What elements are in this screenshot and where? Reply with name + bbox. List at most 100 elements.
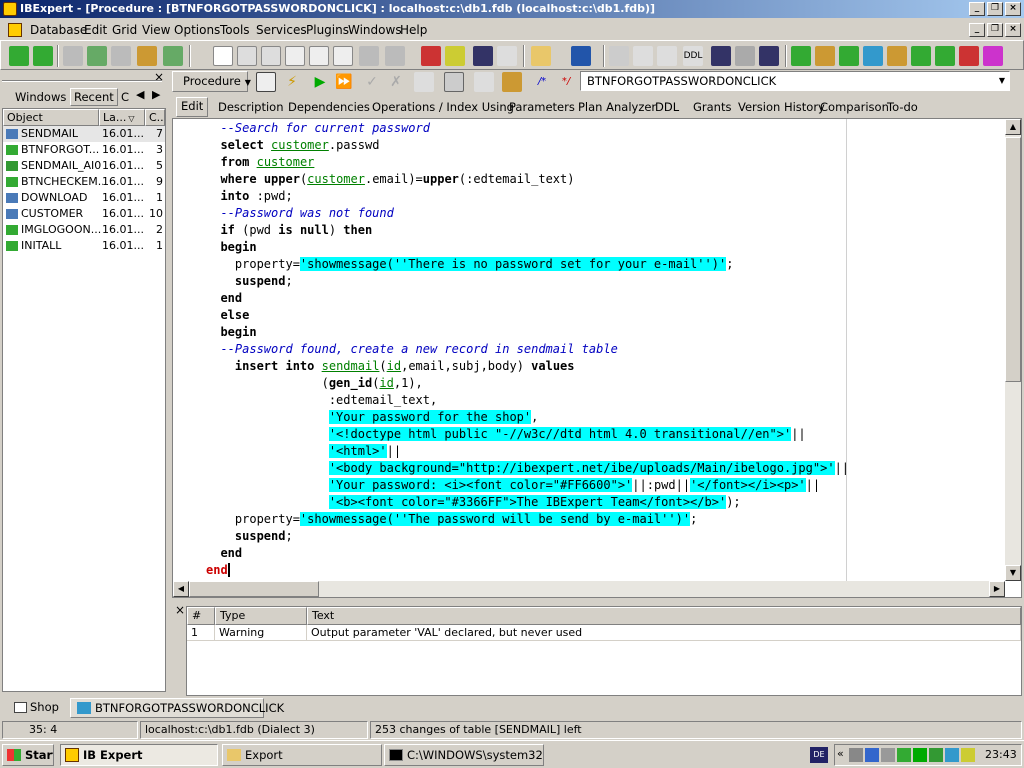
recent-object-row[interactable]: SENDMAIL_AI0 16.01.... 5 xyxy=(3,158,165,174)
exit-icon[interactable] xyxy=(163,46,183,66)
tray-icon[interactable] xyxy=(913,748,927,762)
new-trigger-icon[interactable] xyxy=(887,46,907,66)
code-editor[interactable]: --Search for current password select cus… xyxy=(172,118,1022,598)
tray-icon[interactable] xyxy=(945,748,959,762)
tab-ddl[interactable]: DDL xyxy=(651,99,683,115)
new-udf-icon[interactable] xyxy=(959,46,979,66)
tab-dependencies[interactable]: Dependencies xyxy=(284,99,374,115)
debug-icon[interactable] xyxy=(502,72,522,92)
register-db-icon[interactable] xyxy=(9,46,29,66)
comment-code-icon[interactable]: /* xyxy=(532,72,552,92)
scheduler-icon[interactable] xyxy=(359,46,379,66)
msg-row-type[interactable]: Warning xyxy=(215,625,307,641)
menu-tools[interactable]: Tools xyxy=(218,22,252,38)
scroll-right-icon[interactable]: ▶ xyxy=(989,581,1005,597)
col-header-count[interactable]: C... xyxy=(145,109,165,126)
window-tab-procedure[interactable]: BTNFORGOTPASSWORDONCLICK xyxy=(70,698,284,718)
tab-version-history[interactable]: Version History xyxy=(734,99,829,115)
recent-object-row[interactable]: INITALL 16.01.... 1 xyxy=(3,238,165,254)
msg-col-text[interactable]: Text xyxy=(307,607,1021,625)
restore-icon[interactable]: ❐ xyxy=(987,2,1003,16)
export-icon[interactable] xyxy=(385,46,405,66)
disconnect-icon[interactable] xyxy=(87,46,107,66)
horizontal-scrollbar[interactable]: ◀ ▶ xyxy=(173,581,1005,597)
report-icon[interactable] xyxy=(309,46,329,66)
taskbar-cmd[interactable]: C:\WINDOWS\system32... xyxy=(384,744,544,766)
child-minimize-icon[interactable]: _ xyxy=(969,23,985,37)
options-icon[interactable] xyxy=(497,46,517,66)
close-icon[interactable]: × xyxy=(1005,2,1021,16)
msg-col-num[interactable]: # xyxy=(187,607,215,625)
cut-icon[interactable] xyxy=(609,46,629,66)
tab-description[interactable]: Description xyxy=(214,99,288,115)
tray-icon[interactable] xyxy=(897,748,911,762)
msg-col-type[interactable]: Type xyxy=(215,607,307,625)
child-window-icon[interactable] xyxy=(8,23,22,37)
run-icon[interactable]: ▶ xyxy=(310,72,330,92)
child-close-icon[interactable]: × xyxy=(1005,23,1021,37)
open-icon[interactable] xyxy=(531,46,551,66)
msg-row-text[interactable]: Output parameter 'VAL' declared, but nev… xyxy=(307,625,1021,641)
recent-object-row[interactable]: DOWNLOAD 16.01.... 1 xyxy=(3,190,165,206)
menu-windows[interactable]: Windows xyxy=(346,22,404,38)
ddl-button[interactable]: DDL xyxy=(683,46,703,66)
table-view-icon[interactable] xyxy=(256,72,276,92)
tab-plan-analyzer[interactable]: Plan Analyzer xyxy=(574,99,660,115)
script-icon[interactable] xyxy=(285,46,305,66)
msg-row-num[interactable]: 1 xyxy=(187,625,215,641)
menu-help[interactable]: Help xyxy=(398,22,429,38)
object-name-selector[interactable]: BTNFORGOTPASSWORDONCLICK ▼ xyxy=(580,71,1010,91)
tab-scroll-left-icon[interactable]: ◀ xyxy=(136,88,144,101)
blob-viewer-icon[interactable] xyxy=(473,46,493,66)
settings-icon[interactable] xyxy=(474,72,494,92)
horizontal-scroll-thumb[interactable] xyxy=(189,581,319,597)
tab-scroll-right-icon[interactable]: ▶ xyxy=(152,88,160,101)
recent-object-row[interactable]: IMGLOGOON... 16.01.... 2 xyxy=(3,222,165,238)
tab-todo[interactable]: To-do xyxy=(883,99,922,115)
commit-icon[interactable]: ✓ xyxy=(362,72,382,92)
language-icon[interactable]: DE xyxy=(810,747,828,763)
user-manager-icon[interactable] xyxy=(421,46,441,66)
close-messages-icon[interactable]: × xyxy=(175,603,185,617)
compile-icon[interactable]: ⚡ xyxy=(282,72,302,92)
scroll-down-icon[interactable]: ▼ xyxy=(1005,565,1021,581)
menu-grid[interactable]: Grid xyxy=(110,22,139,38)
recent-object-row[interactable]: SENDMAIL 16.01.... 7 xyxy=(3,126,165,142)
lookup-icon[interactable] xyxy=(414,72,434,92)
menu-database[interactable]: Database xyxy=(28,22,89,38)
recent-object-row[interactable]: BTNCHECKEM... 16.01.... 9 xyxy=(3,174,165,190)
tray-expand-icon[interactable]: « xyxy=(837,747,844,760)
tray-icon[interactable] xyxy=(881,748,895,762)
recent-object-row[interactable]: CUSTOMER 16.01.... 10 xyxy=(3,206,165,222)
tab-operations-index-using[interactable]: Operations / Index Using xyxy=(368,99,518,115)
taskbar-export[interactable]: Export xyxy=(222,744,382,766)
extract-icon[interactable] xyxy=(333,46,353,66)
vertical-scroll-thumb[interactable] xyxy=(1005,137,1021,382)
tab-parameters[interactable]: Parameters xyxy=(505,99,579,115)
col-header-object[interactable]: Object xyxy=(3,109,99,126)
rollback-icon[interactable]: ✗ xyxy=(386,72,406,92)
tray-icon[interactable] xyxy=(849,748,863,762)
recent-object-row[interactable]: BTNFORGOT... 16.01.... 3 xyxy=(3,142,165,158)
scroll-up-icon[interactable]: ▲ xyxy=(1005,119,1021,135)
menu-options[interactable]: Options xyxy=(172,22,222,38)
new-role-icon[interactable] xyxy=(983,46,1003,66)
new-table-icon[interactable] xyxy=(815,46,835,66)
uncomment-code-icon[interactable]: */ xyxy=(556,72,576,92)
tray-icon[interactable] xyxy=(929,748,943,762)
sql-editor-icon[interactable] xyxy=(237,46,257,66)
code-area[interactable]: --Search for current password select cus… xyxy=(173,119,1005,581)
vertical-scrollbar[interactable]: ▲ ▼ xyxy=(1005,119,1021,581)
new-view-icon[interactable] xyxy=(839,46,859,66)
taskbar-ibexpert[interactable]: IB Expert xyxy=(60,744,218,766)
tray-icon[interactable] xyxy=(961,748,975,762)
connect-icon[interactable] xyxy=(63,46,83,66)
grant-manager-icon[interactable] xyxy=(445,46,465,66)
print-icon[interactable] xyxy=(261,46,281,66)
menu-plugins[interactable]: Plugins xyxy=(304,22,351,38)
tab-c[interactable]: C xyxy=(118,89,132,105)
new-domain-icon[interactable] xyxy=(791,46,811,66)
menu-services[interactable]: Services xyxy=(254,22,309,38)
new-document-icon[interactable] xyxy=(213,46,233,66)
start-button[interactable]: Start xyxy=(2,744,54,766)
